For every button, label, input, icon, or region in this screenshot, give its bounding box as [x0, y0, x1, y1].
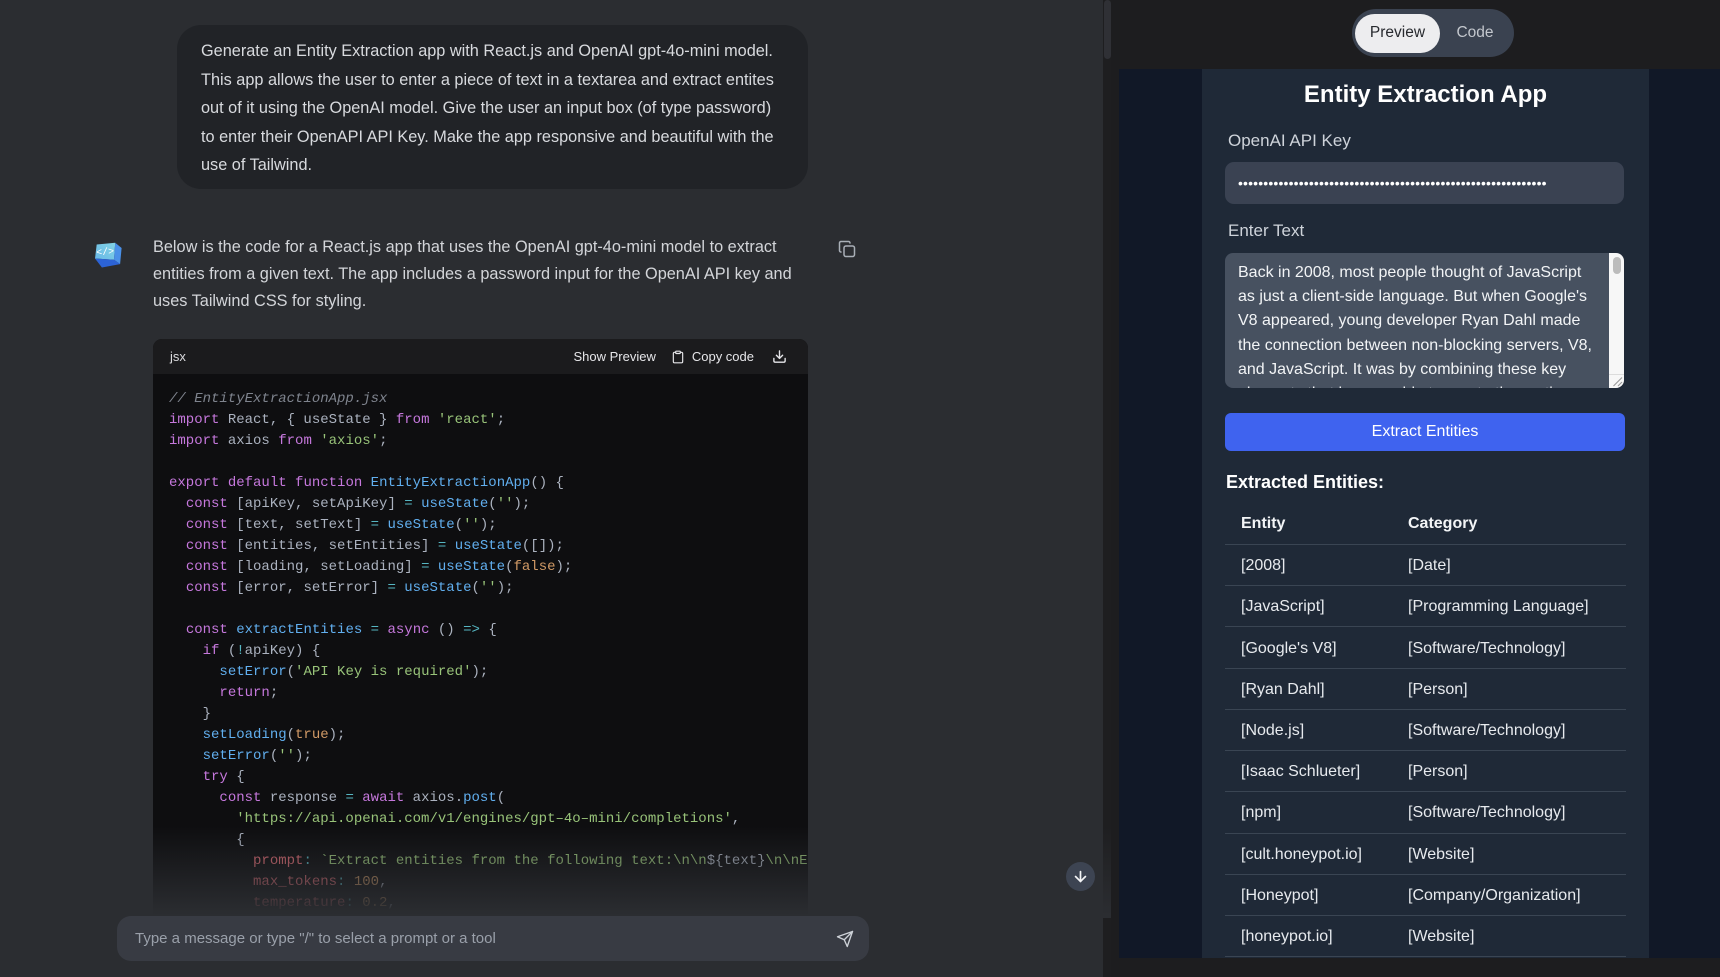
svg-text:</>: </>: [96, 246, 115, 259]
